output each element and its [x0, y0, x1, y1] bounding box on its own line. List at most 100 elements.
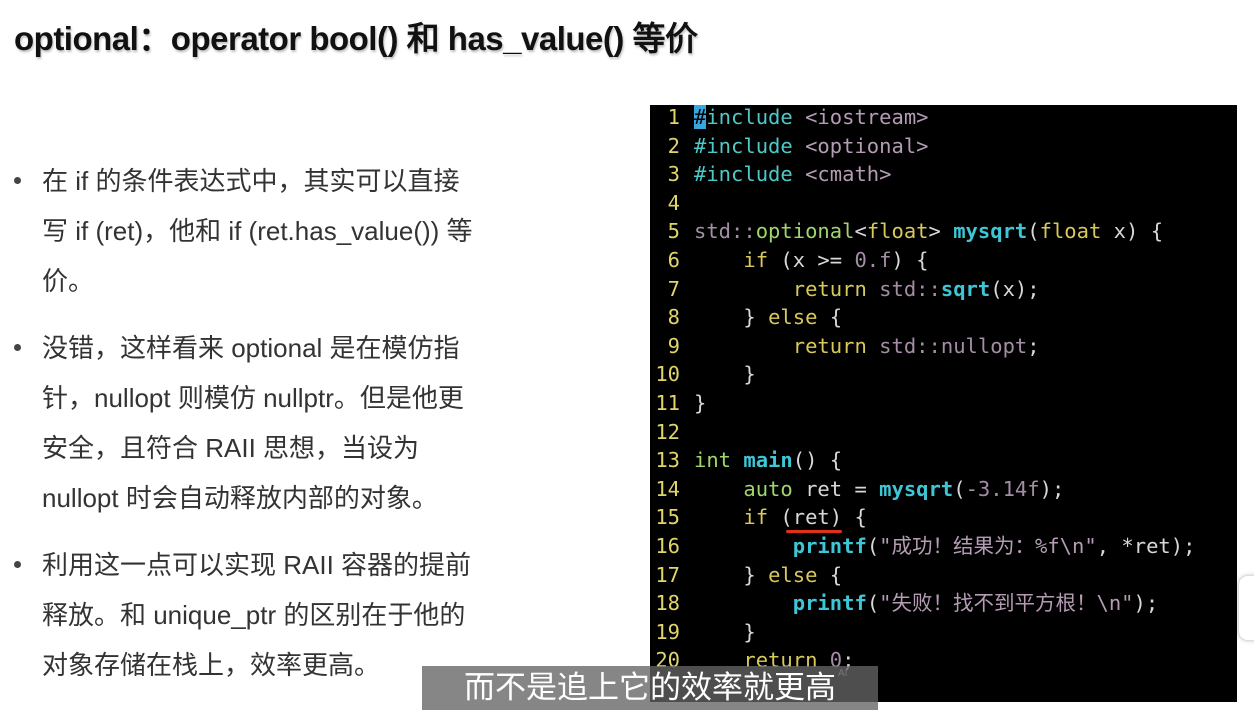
code-token: optional [755, 219, 855, 244]
video-subtitle: 而不是追上它的效率就更高 [422, 666, 878, 710]
ai-badge: AI [838, 668, 848, 679]
code-token: if [743, 248, 769, 272]
bullet-list: 在 if 的条件表达式中，其实可以直接写 if (ret)，他和 if (ret… [14, 156, 614, 707]
code-line: 7 return std::sqrt(x); [650, 275, 1040, 304]
bullet-text-line: 针，nullopt 则模仿 nullptr。但是他更 [42, 383, 464, 413]
code-token: <optional> [805, 133, 929, 158]
code-token: ); [1133, 591, 1159, 616]
bullet-text-line: 写 if (ret)，他和 if (ret.has_value()) 等 [42, 216, 473, 246]
code-line: 18 printf("失败！找不到平方根！\n"); [650, 589, 1158, 618]
code-token: } [694, 562, 769, 587]
code-token: <iostream> [805, 105, 929, 129]
code-line: 12 [650, 418, 694, 447]
code-line: 17 } else { [650, 561, 842, 590]
line-number: 14 [655, 476, 680, 501]
code-token: std::nullopt [866, 333, 1028, 358]
code-token: ) { [891, 248, 929, 272]
code-token: -3.14f [965, 476, 1040, 501]
code-line: 2 #include <optional> [650, 132, 929, 161]
code-token: else [768, 562, 818, 587]
line-number: 1 [667, 105, 680, 129]
line-number: 19 [655, 619, 680, 644]
code-token: } [694, 305, 769, 330]
line-number: 17 [655, 562, 680, 587]
code-token: mysqrt [953, 219, 1028, 244]
code-token: std:: [694, 219, 756, 244]
bullet-text-line: 没错，这样看来 optional 是在模仿指 [42, 333, 460, 363]
code-line: 1 #include <iostream> [650, 105, 929, 132]
code-token: return [792, 276, 867, 301]
code-token: { [817, 562, 843, 587]
code-token: std:: [866, 276, 941, 301]
code-line: 15 if (ret) { [650, 503, 867, 532]
code-token: () { [792, 448, 843, 473]
code-line: 5 std::optional<float> mysqrt(float x) { [650, 217, 1163, 246]
code-token: <cmath> [805, 162, 892, 187]
line-number: 13 [655, 448, 680, 473]
code-token: > [928, 219, 954, 244]
code-token: ); [1039, 476, 1065, 501]
bullet-dot-icon [14, 561, 21, 568]
line-number: 3 [667, 162, 680, 187]
line-number: 15 [655, 505, 680, 530]
line-number: 6 [667, 248, 680, 272]
code-screenshot: 1 #include <iostream> 2 #include <optional>… [650, 105, 1237, 702]
code-token: int [694, 448, 732, 473]
code-line: 19 } [650, 618, 756, 647]
line-number: 9 [667, 333, 680, 358]
code-token: (x >= [768, 248, 855, 272]
code-token: ( [953, 476, 966, 501]
line-number: 4 [667, 190, 680, 215]
code-token: printf [792, 534, 867, 558]
code-line: 14 auto ret = mysqrt(-3.14f); [650, 475, 1064, 504]
bullet-item: 在 if 的条件表达式中，其实可以直接写 if (ret)，他和 if (ret… [14, 156, 614, 306]
code-token: } [694, 391, 707, 415]
slide-title: optional：operator bool() 和 has_value() 等… [14, 20, 698, 57]
line-number: 8 [667, 305, 680, 330]
code-token: float [1039, 219, 1102, 244]
code-token: ; [1027, 333, 1040, 358]
code-token: else [768, 305, 818, 330]
bullet-text-line: nullopt 时会自动释放内部的对象。 [42, 483, 438, 513]
code-token: } [694, 619, 756, 644]
code-line: 10 } [650, 360, 756, 389]
code-token: , *ret); [1096, 534, 1196, 558]
code-token: ( [866, 591, 880, 616]
code-token: "失败！找不到平方根！\n" [879, 591, 1134, 616]
code-token: printf [792, 591, 867, 616]
code-token: sqrt [940, 276, 991, 301]
code-token: float [866, 219, 929, 244]
code-line: 6 if (x >= 0.f) { [650, 246, 929, 275]
code-line: 13 int main() { [650, 446, 842, 475]
code-token: if [743, 505, 769, 530]
code-token: #include [694, 133, 806, 158]
code-token: (ret) { [768, 505, 867, 530]
line-number: 2 [667, 133, 680, 158]
code-token: 0.f [854, 248, 892, 272]
bullet-item: 没错，这样看来 optional 是在模仿指 针，nullopt 则模仿 null… [14, 323, 614, 523]
code-token: # [694, 105, 707, 129]
code-line: 16 printf("成功！结果为：%f\n", *ret); [650, 532, 1195, 561]
code-token: < [854, 219, 867, 244]
code-token: return [792, 333, 867, 358]
code-token: mysqrt [879, 476, 954, 501]
code-token: "成功！结果为：%f\n" [879, 534, 1097, 558]
code-token: } [694, 362, 756, 387]
bullet-dot-icon [14, 177, 21, 184]
code-token: main [743, 448, 793, 473]
code-token: include [706, 105, 806, 129]
code-token: x) { [1101, 219, 1164, 244]
bullet-text-line: 价。 [42, 266, 95, 296]
bullet-text-line: 利用这一点可以实现 RAII 容器的提前 [42, 550, 472, 580]
code-line: 4 [650, 189, 694, 218]
code-token: #include [694, 162, 806, 187]
side-panel-handle[interactable] [1238, 575, 1254, 641]
line-number: 16 [655, 534, 680, 558]
